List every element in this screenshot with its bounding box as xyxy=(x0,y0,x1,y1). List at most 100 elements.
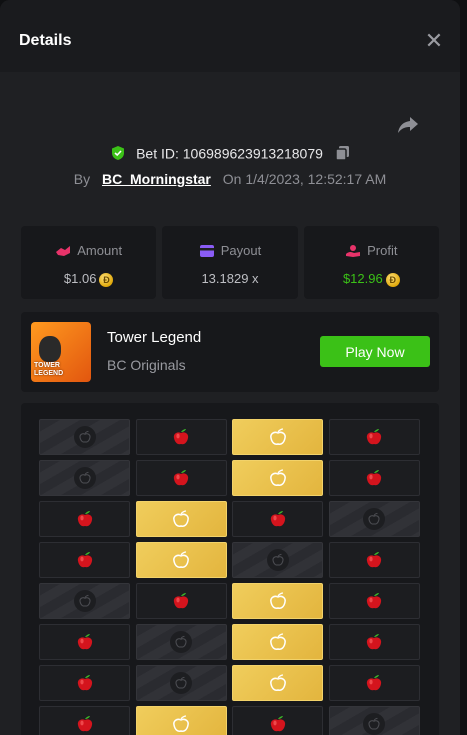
close-icon[interactable]: ✕ xyxy=(423,30,445,52)
stat-payout: Payout 13.1829 x xyxy=(162,226,298,299)
amount-value: $1.06 xyxy=(63,271,97,286)
gorilla-icon xyxy=(39,336,61,362)
copy-icon[interactable] xyxy=(335,145,350,162)
tower-cell-dark xyxy=(232,542,323,578)
tower-cell-apple xyxy=(135,460,227,496)
red-apple-icon xyxy=(364,591,384,611)
gold-apple-icon xyxy=(268,427,288,447)
hidden-apple-icon xyxy=(73,467,96,489)
bet-datetime: 1/4/2023, 12:52:17 AM xyxy=(245,171,387,187)
tower-cell-apple xyxy=(39,624,130,660)
red-apple-icon xyxy=(171,591,191,611)
hidden-apple-icon xyxy=(73,426,96,448)
username-link[interactable]: BC_Morningstar xyxy=(102,171,211,187)
red-apple-icon xyxy=(364,550,384,570)
tower-cell-gold xyxy=(232,583,323,619)
payout-label: Payout xyxy=(220,243,262,259)
modal-header: Details ✕ xyxy=(0,0,460,72)
hidden-apple-icon xyxy=(170,672,192,694)
tower-cell-apple xyxy=(328,665,420,701)
payout-value: 13.1829 x xyxy=(201,271,259,286)
details-modal: Details ✕ Bet ID: 106989623913218079 By … xyxy=(0,0,460,735)
tower-cell-dark xyxy=(39,419,130,455)
red-apple-icon xyxy=(364,673,384,693)
verified-shield-icon xyxy=(112,146,125,161)
gold-apple-icon xyxy=(268,591,288,611)
hidden-apple-icon xyxy=(363,713,385,735)
tower-cell-apple xyxy=(39,542,130,578)
tower-cell-dark xyxy=(39,460,130,496)
hidden-apple-icon xyxy=(363,508,385,530)
profit-value: $12.96 xyxy=(342,271,383,286)
payout-icon xyxy=(199,244,214,257)
tower-cell-apple xyxy=(328,624,420,660)
tower-cell-gold xyxy=(135,706,227,735)
tower-cell-apple xyxy=(135,583,227,619)
tower-board xyxy=(21,403,439,735)
game-thumbnail[interactable]: TOWER LEGEND xyxy=(31,322,91,382)
gold-apple-icon xyxy=(268,673,288,693)
tower-cell-apple xyxy=(39,665,130,701)
play-now-button[interactable]: Play Now xyxy=(320,336,430,367)
red-apple-icon xyxy=(75,632,95,652)
modal-title: Details xyxy=(19,32,72,49)
on-label: On xyxy=(222,171,242,187)
red-apple-icon xyxy=(75,673,95,693)
tower-cell-dark xyxy=(135,624,227,660)
amount-icon xyxy=(56,245,71,256)
tower-cell-apple xyxy=(39,501,130,537)
red-apple-icon xyxy=(364,468,384,488)
gold-apple-icon xyxy=(268,632,288,652)
game-thumbnail-logo: TOWER LEGEND xyxy=(34,362,64,377)
tower-cell-apple xyxy=(232,501,323,537)
tower-cell-dark xyxy=(135,665,227,701)
coin-icon: Đ xyxy=(99,272,114,287)
hidden-apple-icon xyxy=(73,590,96,612)
tower-cell-gold xyxy=(135,501,227,537)
red-apple-icon xyxy=(75,509,95,529)
tower-cell-gold xyxy=(232,419,323,455)
tower-cell-gold xyxy=(232,624,323,660)
stat-profit: Profit $12.96 Đ xyxy=(303,226,439,299)
red-apple-icon xyxy=(75,550,95,570)
tower-cell-dark xyxy=(328,501,420,537)
gold-apple-icon xyxy=(171,550,191,570)
hidden-apple-icon xyxy=(170,631,192,653)
red-apple-icon xyxy=(171,427,191,447)
red-apple-icon xyxy=(75,714,95,734)
red-apple-icon xyxy=(171,468,191,488)
bet-stats: Amount $1.06 Đ Payout 13.1829 x Profit $1… xyxy=(21,226,439,299)
tower-cell-apple xyxy=(328,460,420,496)
game-name: Tower Legend xyxy=(107,329,202,346)
stat-amount: Amount $1.06 Đ xyxy=(21,226,157,299)
hidden-apple-icon xyxy=(266,549,289,571)
red-apple-icon xyxy=(364,427,384,447)
red-apple-icon xyxy=(268,714,288,734)
tower-cell-gold xyxy=(232,665,323,701)
tower-cell-apple xyxy=(135,419,227,455)
bet-meta-row: By BC_Morningstar On 1/4/2023, 12:52:17 … xyxy=(0,171,460,187)
tower-cell-apple xyxy=(232,706,323,735)
tower-cell-gold xyxy=(232,460,323,496)
tower-cell-dark xyxy=(39,583,130,619)
by-label: By xyxy=(73,171,91,187)
gold-apple-icon xyxy=(268,468,288,488)
gold-apple-icon xyxy=(171,509,191,529)
profit-icon xyxy=(346,244,361,257)
tower-cell-apple xyxy=(328,583,420,619)
tower-cell-dark xyxy=(328,706,420,735)
bet-id-row: Bet ID: 106989623913218079 xyxy=(0,144,460,161)
amount-label: Amount xyxy=(77,243,123,259)
red-apple-icon xyxy=(364,632,384,652)
red-apple-icon xyxy=(268,509,288,529)
bet-id: Bet ID: 106989623913218079 xyxy=(136,145,323,162)
tower-cell-apple xyxy=(39,706,130,735)
tower-cell-apple xyxy=(328,419,420,455)
tower-cell-gold xyxy=(135,542,227,578)
gold-apple-icon xyxy=(171,714,191,734)
share-icon[interactable] xyxy=(396,112,420,136)
tower-cell-apple xyxy=(328,542,420,578)
game-provider: BC Originals xyxy=(107,357,186,373)
game-card: TOWER LEGEND Tower Legend BC Originals P… xyxy=(21,312,439,392)
profit-label: Profit xyxy=(367,243,398,259)
